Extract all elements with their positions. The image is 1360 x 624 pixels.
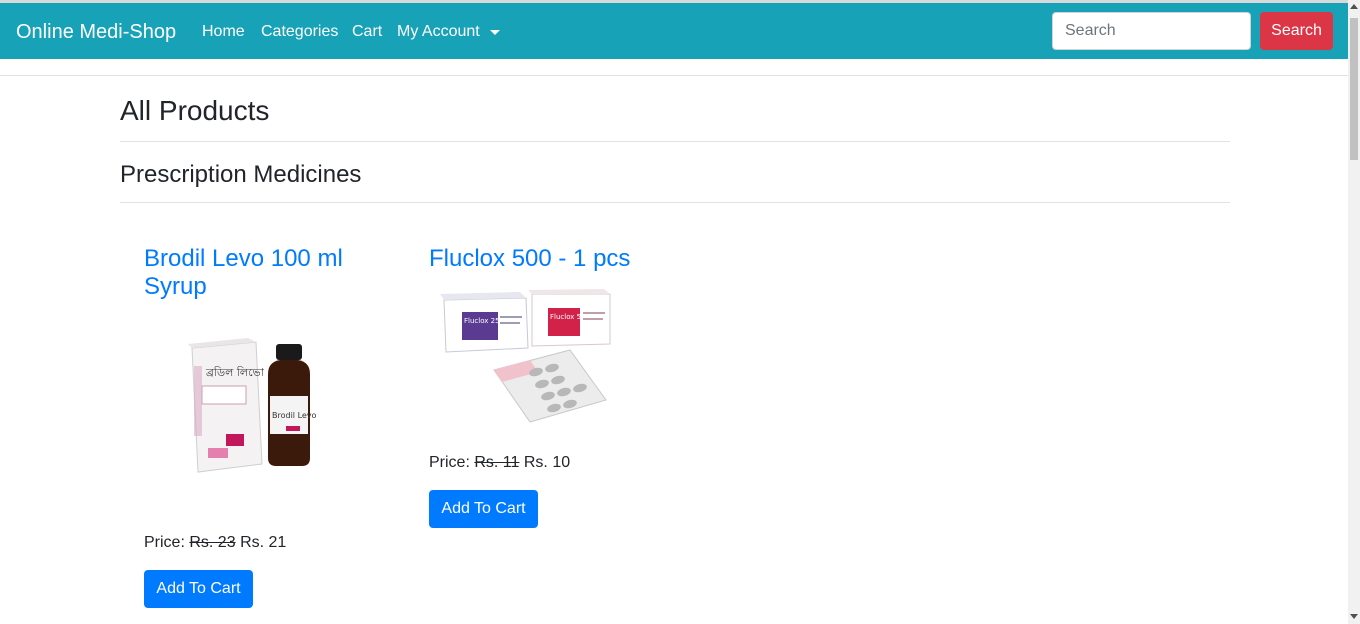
scroll-up-icon[interactable] — [1350, 4, 1358, 9]
nav-categories[interactable]: Categories — [261, 22, 338, 42]
new-price: Rs. 10 — [523, 454, 571, 471]
product-price: Price: Rs. 11 Rs. 10 — [429, 453, 570, 473]
price-label: Price: — [144, 534, 185, 551]
vertical-scrollbar[interactable] — [1348, 0, 1360, 624]
page-title: All Products — [120, 95, 270, 126]
add-to-cart-button[interactable]: Add To Cart — [144, 570, 253, 608]
navbar: Online Medi-Shop Home Categories Cart My… — [0, 3, 1348, 59]
search-button[interactable]: Search — [1260, 12, 1333, 50]
divider — [120, 141, 1230, 142]
nav-my-account-dropdown[interactable]: My Account — [397, 22, 480, 42]
chevron-down-icon[interactable] — [490, 30, 500, 35]
divider — [0, 75, 1348, 76]
nav-home[interactable]: Home — [202, 22, 245, 42]
category-heading: Prescription Medicines — [120, 161, 362, 188]
search-input[interactable] — [1052, 12, 1251, 50]
product-title-link[interactable]: Fluclox 500 - 1 pcs — [429, 245, 689, 273]
nav-cart[interactable]: Cart — [352, 22, 382, 42]
product-title-link[interactable]: Brodil Levo 100 ml Syrup — [144, 245, 384, 301]
box-label-250: Fluclox 250 — [464, 317, 504, 325]
svg-text:Brodil Levo: Brodil Levo — [272, 411, 317, 420]
old-price: Rs. 11 — [474, 454, 520, 471]
svg-text:ব্রডিল লিভো: ব্রডিল লিভো — [205, 366, 265, 379]
new-price: Rs. 21 — [240, 534, 287, 551]
product-price: Price: Rs. 23 Rs. 21 — [144, 533, 286, 553]
syrup-bottle-box-icon[interactable]: ব্রডিল লিভো Brodil Levo — [186, 336, 346, 476]
brand-link[interactable]: Online Medi-Shop — [16, 19, 176, 45]
scroll-down-icon[interactable] — [1350, 614, 1358, 619]
capsule-boxes-blister-icon[interactable]: Fluclox 250 Fluclox 500 — [440, 288, 615, 428]
old-price: Rs. 23 — [189, 534, 236, 551]
price-label: Price: — [429, 454, 470, 471]
add-to-cart-button[interactable]: Add To Cart — [429, 490, 538, 528]
scrollbar-thumb[interactable] — [1350, 18, 1358, 160]
divider — [120, 202, 1230, 203]
